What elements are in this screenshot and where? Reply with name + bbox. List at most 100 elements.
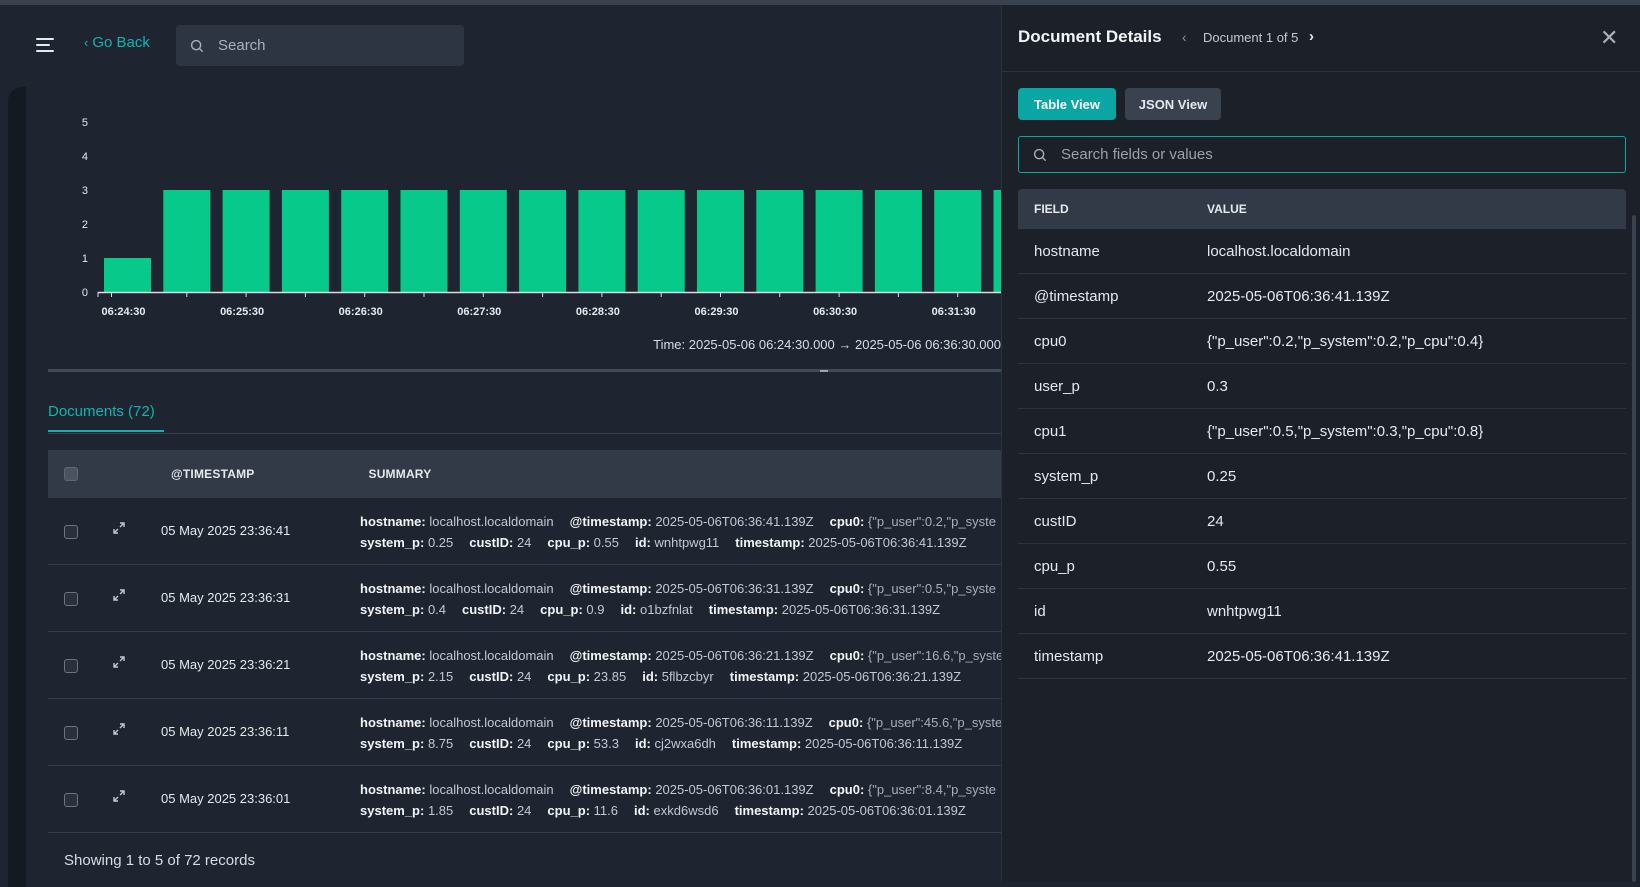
- tab-documents[interactable]: Documents (72): [48, 403, 155, 420]
- panel-title: Document Details: [1018, 27, 1162, 46]
- panel-scrollbar[interactable]: [1632, 215, 1636, 882]
- field-row[interactable]: custID 24: [1018, 499, 1626, 544]
- field-row[interactable]: hostname localhost.localdomain: [1018, 229, 1626, 274]
- tab-underline: [48, 430, 164, 432]
- table-row[interactable]: 05 May 2025 23:36:31 hostname: localhost.…: [48, 565, 1001, 632]
- menu-icon[interactable]: [36, 38, 54, 52]
- histogram-bar[interactable]: [815, 190, 863, 292]
- summary-field: hostname: localhost.localdomain: [360, 648, 554, 663]
- json-view-button[interactable]: JSON View: [1125, 88, 1221, 120]
- field-name: @timestamp: [1034, 287, 1119, 305]
- field-value: 0.25: [1207, 467, 1237, 485]
- summary-field: @timestamp: 2025-05-06T06:36:21.139Z: [569, 648, 814, 663]
- row-checkbox[interactable]: [64, 793, 78, 807]
- row-timestamp: 05 May 2025 23:36:11: [161, 724, 290, 739]
- column-value: VALUE: [1207, 202, 1247, 216]
- field-value: localhost.localdomain: [1207, 242, 1351, 260]
- go-back-link[interactable]: ‹ Go Back: [84, 34, 150, 51]
- resize-divider[interactable]: [48, 369, 1001, 372]
- select-all-checkbox[interactable]: [64, 467, 78, 481]
- expand-icon[interactable]: [112, 521, 126, 535]
- histogram-bar[interactable]: [637, 190, 685, 292]
- table-row[interactable]: 05 May 2025 23:36:41 hostname: localhost.…: [48, 498, 1001, 565]
- field-value: 24: [1207, 512, 1224, 530]
- histogram-chart: 0 1 2 3 4 5 06:24:30 06:25:30 06:26:30 06:27:30 06…: [48, 100, 1001, 330]
- close-icon[interactable]: ✕: [1600, 25, 1618, 51]
- table-view-button[interactable]: Table View: [1018, 88, 1116, 120]
- row-timestamp: 05 May 2025 23:36:41: [161, 523, 291, 538]
- field-row[interactable]: @timestamp 2025-05-06T06:36:41.139Z: [1018, 274, 1626, 319]
- row-timestamp: 05 May 2025 23:36:01: [161, 791, 291, 806]
- summary-field: id: 5flbzcbyr: [642, 669, 714, 684]
- histogram-bar[interactable]: [163, 190, 211, 292]
- summary-field: cpu_p: 0.9: [540, 602, 605, 617]
- expand-icon[interactable]: [112, 789, 126, 803]
- histogram-bar[interactable]: [756, 190, 804, 292]
- histogram-bar[interactable]: [697, 190, 744, 292]
- x-tick-label: 06:26:30: [339, 306, 383, 318]
- field-value: {"p_user":0.2,"p_system":0.2,"p_cpu":0.4…: [1207, 332, 1484, 350]
- document-counter: Document 1 of 5: [1203, 30, 1299, 45]
- field-search-box[interactable]: [1018, 136, 1626, 173]
- field-row[interactable]: cpu0 {"p_user":0.2,"p_system":0.2,"p_cpu"…: [1018, 319, 1626, 364]
- field-row[interactable]: cpu1 {"p_user":0.5,"p_system":0.3,"p_cpu"…: [1018, 409, 1626, 454]
- table-row[interactable]: 05 May 2025 23:36:01 hostname: localhost.…: [48, 766, 1001, 833]
- field-row[interactable]: system_p 0.25: [1018, 454, 1626, 499]
- field-name: cpu1: [1034, 422, 1067, 440]
- row-checkbox[interactable]: [64, 525, 78, 539]
- summary-field: cpu0: {"p_user":0.5,"p_syste: [829, 581, 996, 596]
- row-summary: hostname: localhost.localdomain @timestam…: [360, 578, 1001, 620]
- documents-table: @TIMESTAMP SUMMARY 05 May 2025 23:36:41 h…: [48, 450, 1001, 833]
- search-input[interactable]: [218, 37, 438, 54]
- table-row[interactable]: 05 May 2025 23:36:11 hostname: localhost.…: [48, 699, 1001, 766]
- histogram-bar[interactable]: [578, 190, 626, 292]
- summary-field: timestamp: 2025-05-06T06:36:11.139Z: [731, 736, 963, 751]
- summary-field: custID: 24: [469, 669, 532, 684]
- summary-field: cpu0: {"p_user":16.6,"p_syste: [829, 648, 1001, 663]
- histogram-bar[interactable]: [281, 190, 329, 292]
- field-row[interactable]: cpu_p 0.55: [1018, 544, 1626, 589]
- expand-icon[interactable]: [112, 588, 126, 602]
- row-timestamp: 05 May 2025 23:36:21: [161, 657, 291, 672]
- y-tick-label: 5: [82, 117, 88, 129]
- search-box[interactable]: [176, 25, 464, 66]
- summary-field: cpu_p: 23.85: [547, 669, 627, 684]
- column-timestamp[interactable]: @TIMESTAMP: [171, 467, 254, 481]
- field-row[interactable]: id wnhtpwg11: [1018, 589, 1626, 634]
- histogram-bar[interactable]: [459, 190, 507, 292]
- chevron-left-icon[interactable]: ‹: [1182, 29, 1187, 45]
- histogram-bar[interactable]: [934, 190, 982, 292]
- table-row[interactable]: 05 May 2025 23:36:21 hostname: localhost.…: [48, 632, 1001, 699]
- row-checkbox[interactable]: [64, 726, 78, 740]
- x-tick-label: 06:28:30: [576, 306, 620, 318]
- expand-icon[interactable]: [112, 655, 126, 669]
- summary-field: @timestamp: 2025-05-06T06:36:41.139Z: [569, 514, 814, 529]
- row-checkbox[interactable]: [64, 659, 78, 673]
- histogram-bar[interactable]: [341, 190, 389, 292]
- summary-field: system_p: 2.15: [360, 669, 454, 684]
- histogram-bar[interactable]: [222, 190, 270, 292]
- summary-field: custID: 24: [462, 602, 525, 617]
- y-tick-label: 3: [82, 185, 88, 197]
- chevron-right-icon[interactable]: ›: [1309, 28, 1314, 45]
- main-pane: ‹ Go Back 0 1 2 3 4 5 06:24:30 06:25:30 06:26:30…: [0, 5, 1001, 887]
- histogram-bar[interactable]: [519, 190, 567, 292]
- histogram-bar[interactable]: [400, 190, 448, 292]
- tab-divider: [48, 433, 1001, 434]
- summary-field: system_p: 8.75: [360, 736, 454, 751]
- histogram-bar[interactable]: [993, 190, 1002, 292]
- histogram-bar[interactable]: [874, 190, 922, 292]
- field-row[interactable]: timestamp 2025-05-06T06:36:41.139Z: [1018, 634, 1626, 679]
- histogram-bar[interactable]: [104, 258, 151, 292]
- resize-handle[interactable]: [820, 370, 828, 372]
- field-name: timestamp: [1034, 647, 1104, 665]
- field-row[interactable]: user_p 0.3: [1018, 364, 1626, 409]
- summary-field: hostname: localhost.localdomain: [360, 782, 554, 797]
- expand-icon[interactable]: [112, 722, 126, 736]
- field-name: system_p: [1034, 467, 1099, 485]
- search-icon: [190, 39, 204, 52]
- field-name: hostname: [1034, 242, 1100, 260]
- field-search-input[interactable]: [1061, 146, 1601, 163]
- document-details-panel: Document Details ‹ Document 1 of 5 › ✕ T…: [1001, 5, 1640, 882]
- row-checkbox[interactable]: [64, 592, 78, 606]
